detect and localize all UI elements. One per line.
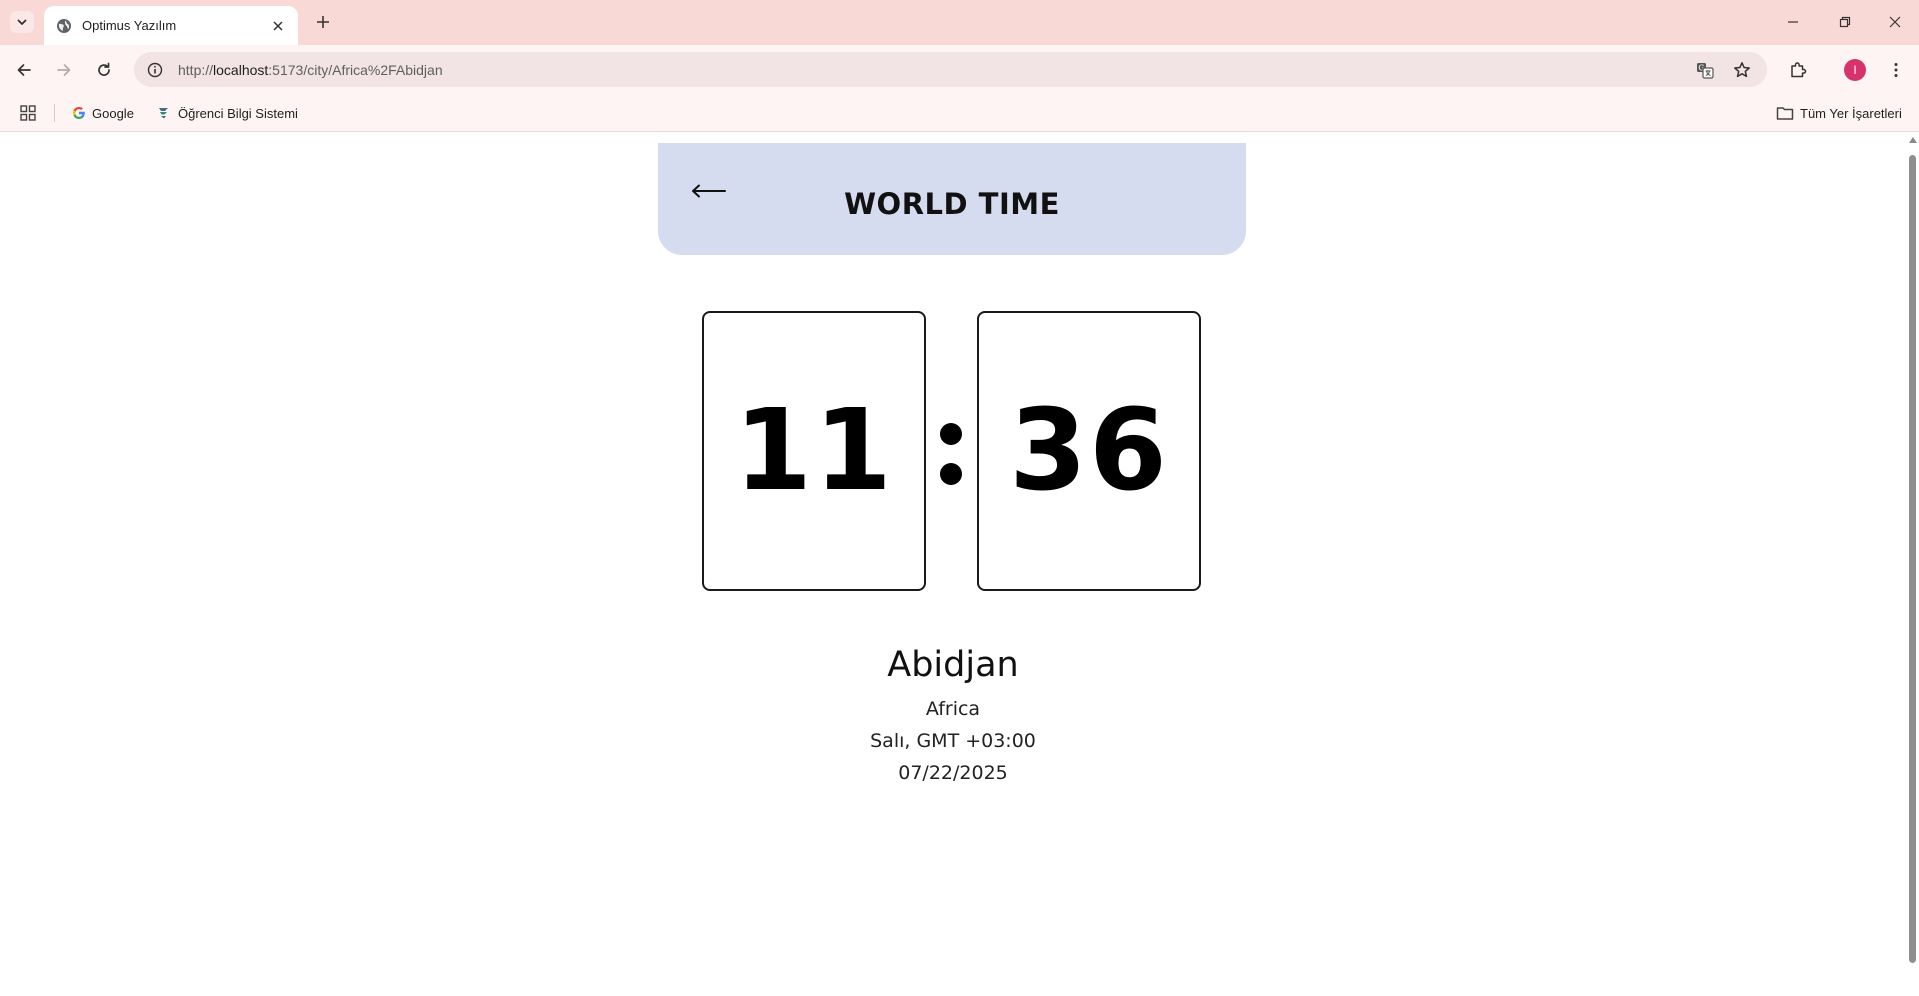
scrollbar-thumb[interactable] xyxy=(1909,155,1916,963)
minimize-icon xyxy=(1788,21,1798,23)
close-window-button[interactable] xyxy=(1880,8,1910,36)
tab-search-button[interactable] xyxy=(10,11,34,33)
address-bar[interactable]: http://localhost:5173/city/Africa%2FAbid… xyxy=(134,52,1767,87)
tab-title: Optimus Yazılım xyxy=(82,18,177,33)
more-vert-icon xyxy=(1894,63,1898,77)
hours-value: 11 xyxy=(734,386,894,516)
colon-dot-bottom xyxy=(940,463,962,485)
new-tab-button[interactable] xyxy=(312,11,334,33)
scroll-up-arrow-icon[interactable] xyxy=(1909,137,1917,143)
time-separator xyxy=(936,413,966,493)
day-timezone: Salı, GMT +03:00 xyxy=(870,730,1036,752)
globe-icon xyxy=(56,18,72,34)
vertical-scrollbar[interactable] xyxy=(1906,133,1919,996)
minimize-button[interactable] xyxy=(1778,8,1808,36)
folder-icon xyxy=(1776,107,1794,120)
minutes-card: 36 xyxy=(977,311,1201,591)
menu-button[interactable] xyxy=(1881,55,1911,85)
browser-toolbar: http://localhost:5173/city/Africa%2FAbid… xyxy=(0,45,1919,94)
site-info-icon[interactable] xyxy=(140,55,170,85)
region-name: Africa xyxy=(925,698,981,720)
close-icon[interactable] xyxy=(268,16,288,36)
bookmark-label: Google xyxy=(92,105,134,121)
school-logo-icon xyxy=(159,108,168,119)
back-button[interactable] xyxy=(9,55,39,85)
arrow-left-icon xyxy=(17,64,31,76)
apps-grid-icon xyxy=(20,105,36,121)
puzzle-icon xyxy=(1791,62,1807,78)
arrow-right-icon xyxy=(57,64,71,76)
reload-button[interactable] xyxy=(89,55,119,85)
colon-dot-top xyxy=(940,423,962,445)
bookmark-google[interactable]: Google xyxy=(72,102,134,124)
chevron-down-icon xyxy=(17,19,27,25)
minutes-value: 36 xyxy=(1009,386,1169,516)
profile-avatar[interactable]: I xyxy=(1844,59,1866,81)
date-text: 07/22/2025 xyxy=(898,762,1008,784)
restore-icon xyxy=(1839,16,1851,28)
city-name: Abidjan xyxy=(887,645,1019,685)
star-icon[interactable] xyxy=(1727,55,1757,85)
page-content: WORLD TIME 11 36 Abidjan Africa Salı, GM… xyxy=(0,133,1906,996)
bookmarks-divider xyxy=(54,104,55,122)
reload-icon xyxy=(98,62,110,76)
bookmark-label: Öğrenci Bilgi Sistemi xyxy=(178,105,298,121)
tab-strip: Optimus Yazılım xyxy=(0,0,1919,45)
forward-button[interactable] xyxy=(49,55,79,85)
page-title: WORLD TIME xyxy=(844,187,1060,221)
extensions-button[interactable] xyxy=(1783,55,1813,85)
active-tab[interactable]: Optimus Yazılım xyxy=(44,6,298,45)
restore-button[interactable] xyxy=(1830,8,1860,36)
all-bookmarks-button[interactable]: Tüm Yer İşaretleri xyxy=(1776,102,1902,124)
hours-card: 11 xyxy=(702,311,926,591)
plus-icon xyxy=(317,16,329,28)
app-header: WORLD TIME xyxy=(658,143,1246,255)
translate-icon[interactable]: G xyxy=(1690,55,1720,85)
google-icon xyxy=(73,107,85,119)
bookmark-ogrenci-bilgi-sistemi[interactable]: Öğrenci Bilgi Sistemi xyxy=(157,102,298,124)
bookmarks-bar: Google Öğrenci Bilgi Sistemi Tüm Yer İşa… xyxy=(0,94,1919,132)
apps-button[interactable] xyxy=(20,102,36,124)
all-bookmarks-label: Tüm Yer İşaretleri xyxy=(1800,105,1902,121)
close-icon xyxy=(1889,16,1901,28)
url-text[interactable]: http://localhost:5173/city/Africa%2FAbid… xyxy=(178,62,443,78)
